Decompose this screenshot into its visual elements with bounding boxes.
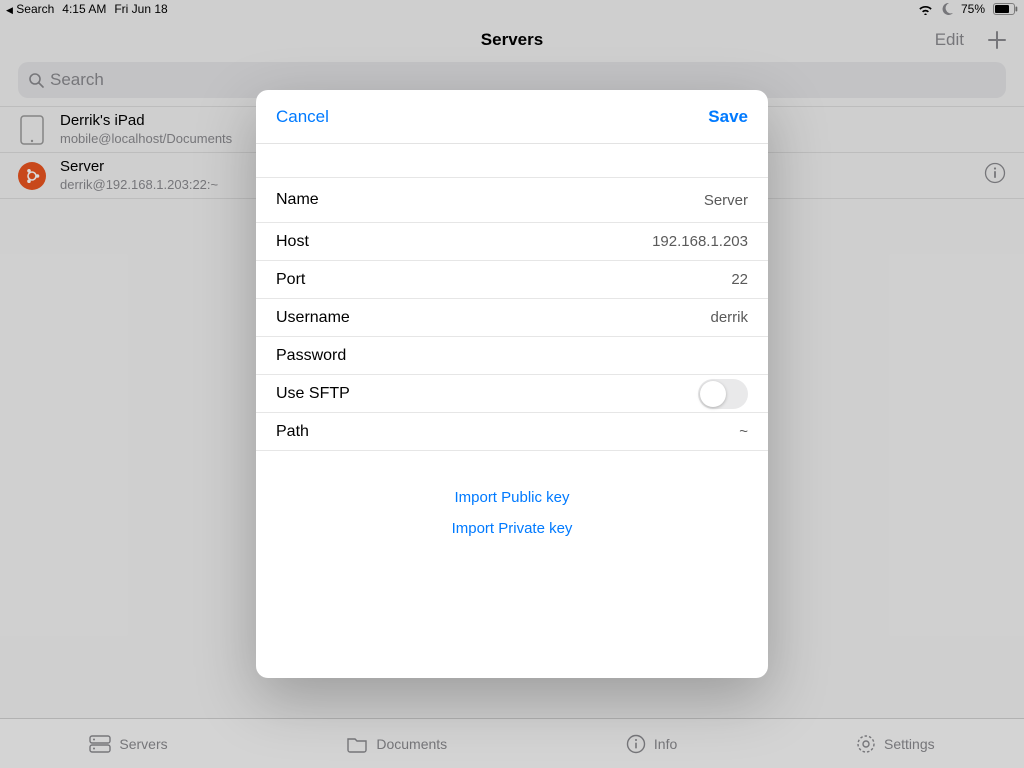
- field-value[interactable]: Server: [704, 192, 748, 209]
- import-public-key-link[interactable]: Import Public key: [454, 489, 569, 506]
- field-value[interactable]: 22: [731, 271, 748, 288]
- sftp-toggle[interactable]: [698, 379, 748, 409]
- server-edit-modal: Cancel Save Name Server Host 192.168.1.2…: [256, 90, 768, 678]
- field-label: Username: [276, 309, 350, 327]
- field-value[interactable]: 192.168.1.203: [652, 233, 748, 250]
- field-use-sftp: Use SFTP: [256, 375, 768, 413]
- field-label: Port: [276, 271, 305, 289]
- field-username[interactable]: Username derrik: [256, 299, 768, 337]
- cancel-button[interactable]: Cancel: [276, 107, 329, 127]
- field-label: Use SFTP: [276, 385, 350, 403]
- field-name[interactable]: Name Server: [256, 177, 768, 223]
- save-button[interactable]: Save: [708, 107, 748, 127]
- field-port[interactable]: Port 22: [256, 261, 768, 299]
- field-label: Password: [276, 347, 346, 365]
- field-path[interactable]: Path ~: [256, 413, 768, 451]
- field-password[interactable]: Password: [256, 337, 768, 375]
- field-label: Path: [276, 423, 309, 441]
- field-value[interactable]: derrik: [710, 309, 748, 326]
- field-label: Host: [276, 233, 309, 251]
- field-value[interactable]: ~: [739, 423, 748, 440]
- field-label: Name: [276, 191, 319, 209]
- field-host[interactable]: Host 192.168.1.203: [256, 223, 768, 261]
- import-private-key-link[interactable]: Import Private key: [452, 520, 573, 537]
